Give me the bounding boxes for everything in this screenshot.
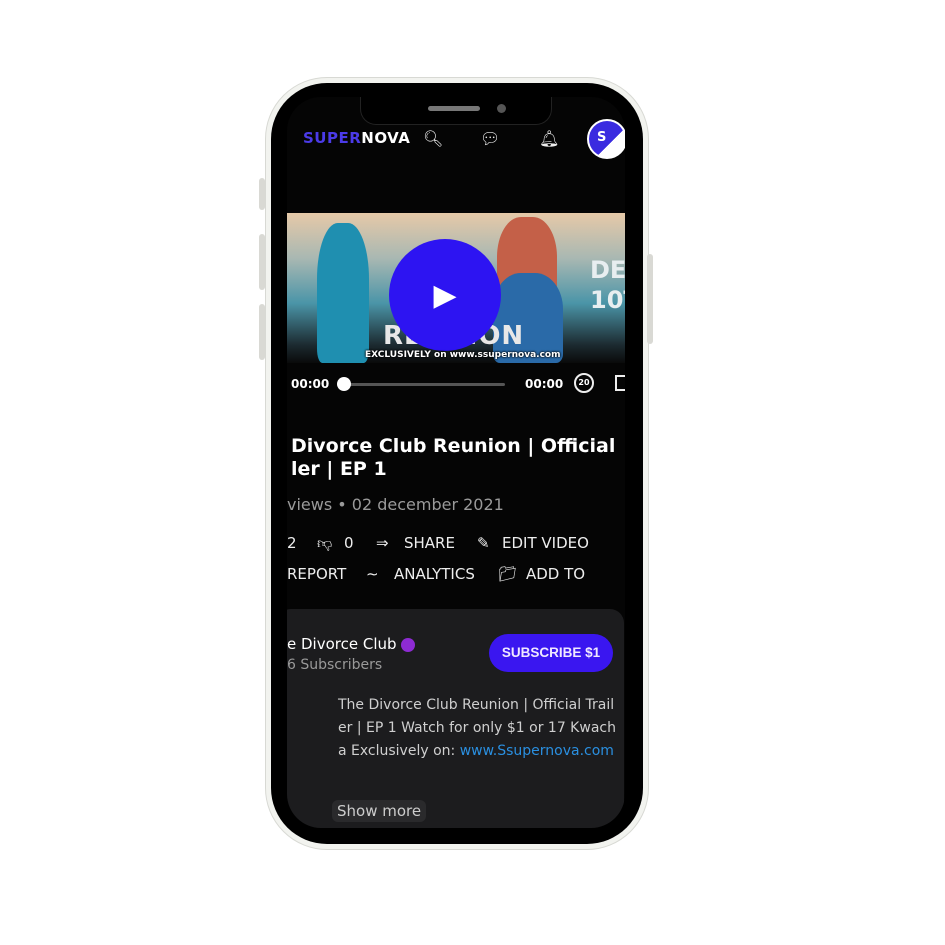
phone-screen: SUPERNOVA 🔍︎ 💬︎ 🔔︎ S DEC 10TH REUNION ▶ … [287, 97, 625, 828]
play-button[interactable]: ▶ [389, 239, 501, 351]
edit-icon[interactable]: ✎ [477, 534, 490, 552]
video-description: The Divorce Club Reunion | Official Trai… [338, 694, 618, 763]
share-button[interactable]: SHARE [404, 534, 455, 552]
fullscreen-icon[interactable] [615, 375, 625, 391]
chat-icon[interactable]: 💬︎ [480, 129, 500, 148]
subscribe-button[interactable]: SUBSCRIBE $1 [489, 634, 613, 672]
video-player[interactable]: DEC 10TH REUNION ▶ EXCLUSIVELY on www.ss… [287, 213, 625, 363]
avatar-letter: S [597, 130, 607, 145]
description-link[interactable]: www.Ssupernova.com [460, 743, 614, 759]
add-to-icon[interactable]: 📁︎ [498, 565, 517, 583]
phone-mute-button [259, 178, 265, 210]
subscriber-count: 6 Subscribers [287, 657, 383, 673]
dislike-icon[interactable]: 👎︎ [317, 534, 332, 553]
channel-name[interactable]: e Divorce Club [287, 635, 415, 653]
poster-subtitle: EXCLUSIVELY on www.ssupernova.com [365, 350, 561, 360]
video-title: Divorce Club Reunion | Official ler | EP … [291, 435, 621, 481]
search-icon[interactable]: 🔍︎ [423, 129, 443, 148]
add-to-button[interactable]: ADD TO [526, 565, 585, 583]
supernova-logo[interactable]: SUPERNOVA [303, 129, 410, 147]
phone-power-button [647, 254, 653, 344]
current-time: 00:00 [291, 377, 330, 391]
phone-volume-down [259, 304, 265, 360]
show-more-button[interactable]: Show more [332, 800, 427, 822]
skip-20-icon[interactable]: 20 [574, 373, 594, 393]
logo-part1: SUPER [303, 129, 362, 147]
duration: 00:00 [525, 377, 564, 391]
verified-icon [400, 637, 415, 652]
phone-volume-up [259, 234, 265, 290]
channel-name-text: e Divorce Club [287, 635, 397, 653]
video-meta: views • 02 december 2021 [287, 495, 504, 514]
play-icon: ▶ [433, 277, 457, 313]
analytics-button[interactable]: ANALYTICS [394, 565, 475, 583]
title-line2: ler | EP 1 [291, 458, 387, 480]
title-line1: Divorce Club Reunion | Official [291, 435, 616, 457]
avatar[interactable]: S [587, 119, 625, 159]
camera [497, 104, 506, 113]
seek-handle[interactable] [337, 377, 351, 391]
share-icon[interactable]: ⇒ [376, 534, 389, 552]
logo-part2: NOVA [361, 129, 411, 147]
speaker [428, 106, 480, 111]
notch [360, 97, 552, 125]
report-button[interactable]: REPORT [287, 565, 346, 583]
like-count[interactable]: 2 [287, 534, 297, 552]
dislike-count: 0 [344, 534, 354, 552]
video-controls: 00:00 00:00 20 [287, 373, 625, 395]
bell-icon[interactable]: 🔔︎ [539, 129, 559, 148]
edit-video-button[interactable]: EDIT VIDEO [502, 534, 589, 552]
analytics-icon[interactable]: ∼ [366, 565, 379, 583]
poster-figure [317, 223, 369, 363]
seek-bar[interactable] [341, 383, 505, 386]
poster-date: DEC 10TH [590, 256, 625, 314]
